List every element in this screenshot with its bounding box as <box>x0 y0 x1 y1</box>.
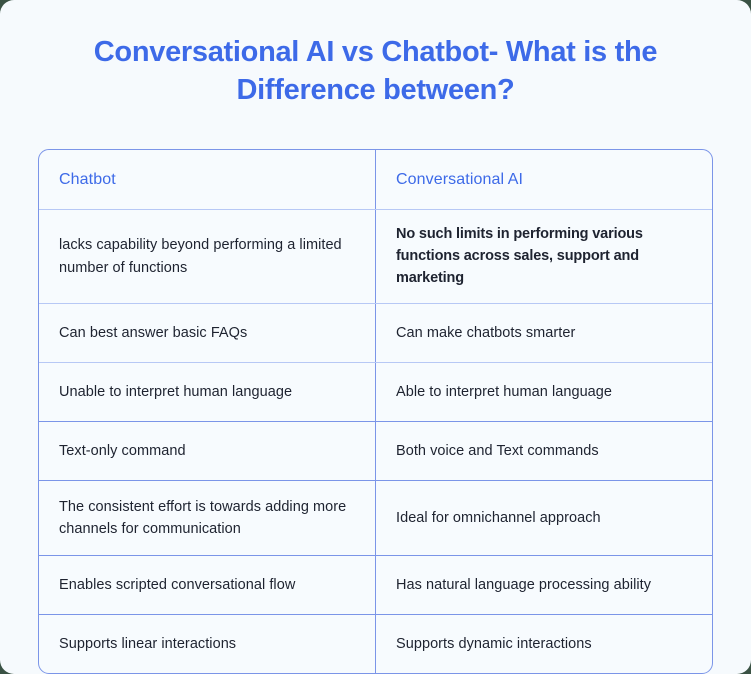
table-cell-chatbot: Can best answer basic FAQs <box>39 304 376 363</box>
table-header-cell-chatbot: Chatbot <box>39 150 376 209</box>
table-cell-chatbot: Enables scripted conversational flow <box>39 556 376 615</box>
table-cell-text: Ideal for omnichannel approach <box>396 510 601 527</box>
table-cell-text: No such limits in performing various fun… <box>396 226 643 286</box>
page-title: Conversational AI vs Chatbot- What is th… <box>93 36 658 106</box>
table-cell-text: Text-only command <box>59 443 186 460</box>
table-row: Enables scripted conversational flow Has… <box>39 556 712 616</box>
table-cell-text: lacks capability beyond performing a lim… <box>59 237 342 276</box>
table-cell-text: Can make chatbots smarter <box>396 325 576 342</box>
table-header-label-chatbot: Chatbot <box>59 170 116 188</box>
table-cell-text: Both voice and Text commands <box>396 443 599 460</box>
table-cell-text: The consistent effort is towards adding … <box>59 499 347 538</box>
table-cell-text: Has natural language processing ability <box>396 577 652 594</box>
page-canvas: Conversational AI vs Chatbot- What is th… <box>0 0 751 674</box>
table-cell-chatbot: Unable to interpret human language <box>39 363 376 422</box>
table-cell-conversational-ai: Can make chatbots smarter <box>376 304 712 362</box>
table-cell-chatbot: Text-only command <box>39 422 376 481</box>
table-header-label-conversational-ai: Conversational AI <box>396 170 524 188</box>
table-row: The consistent effort is towards adding … <box>39 481 712 557</box>
table-cell-chatbot: lacks capability beyond performing a lim… <box>39 210 376 304</box>
table-cell-conversational-ai: Ideal for omnichannel approach <box>376 481 712 555</box>
table-cell-chatbot: The consistent effort is towards adding … <box>39 481 376 556</box>
table-cell-text: Can best answer basic FAQs <box>59 325 248 342</box>
table-cell-text: Enables scripted conversational flow <box>59 577 296 594</box>
title-block: Conversational AI vs Chatbot- What is th… <box>0 0 751 110</box>
table-cell-text: Unable to interpret human language <box>59 384 293 401</box>
table-cell-conversational-ai: Supports dynamic interactions <box>376 615 712 673</box>
table-cell-conversational-ai: No such limits in performing various fun… <box>376 210 712 303</box>
table-row: Text-only command Both voice and Text co… <box>39 422 712 482</box>
table-row: Unable to interpret human language Able … <box>39 363 712 423</box>
table-header-cell-conversational-ai: Conversational AI <box>376 150 712 209</box>
table-row: lacks capability beyond performing a lim… <box>39 210 712 305</box>
table-cell-chatbot: Supports linear interactions <box>39 615 376 674</box>
table-row: Can best answer basic FAQs Can make chat… <box>39 304 712 364</box>
table-cell-text: Supports dynamic interactions <box>396 636 592 653</box>
table-cell-text: Able to interpret human language <box>396 384 613 401</box>
table-cell-text: Supports linear interactions <box>59 636 237 653</box>
table-header-row: Chatbot Conversational AI <box>39 150 712 210</box>
comparison-table: Chatbot Conversational AI lacks capabili… <box>38 149 713 674</box>
table-cell-conversational-ai: Has natural language processing ability <box>376 556 712 614</box>
table-cell-conversational-ai: Both voice and Text commands <box>376 422 712 480</box>
table-row: Supports linear interactions Supports dy… <box>39 615 712 674</box>
table-cell-conversational-ai: Able to interpret human language <box>376 363 712 421</box>
